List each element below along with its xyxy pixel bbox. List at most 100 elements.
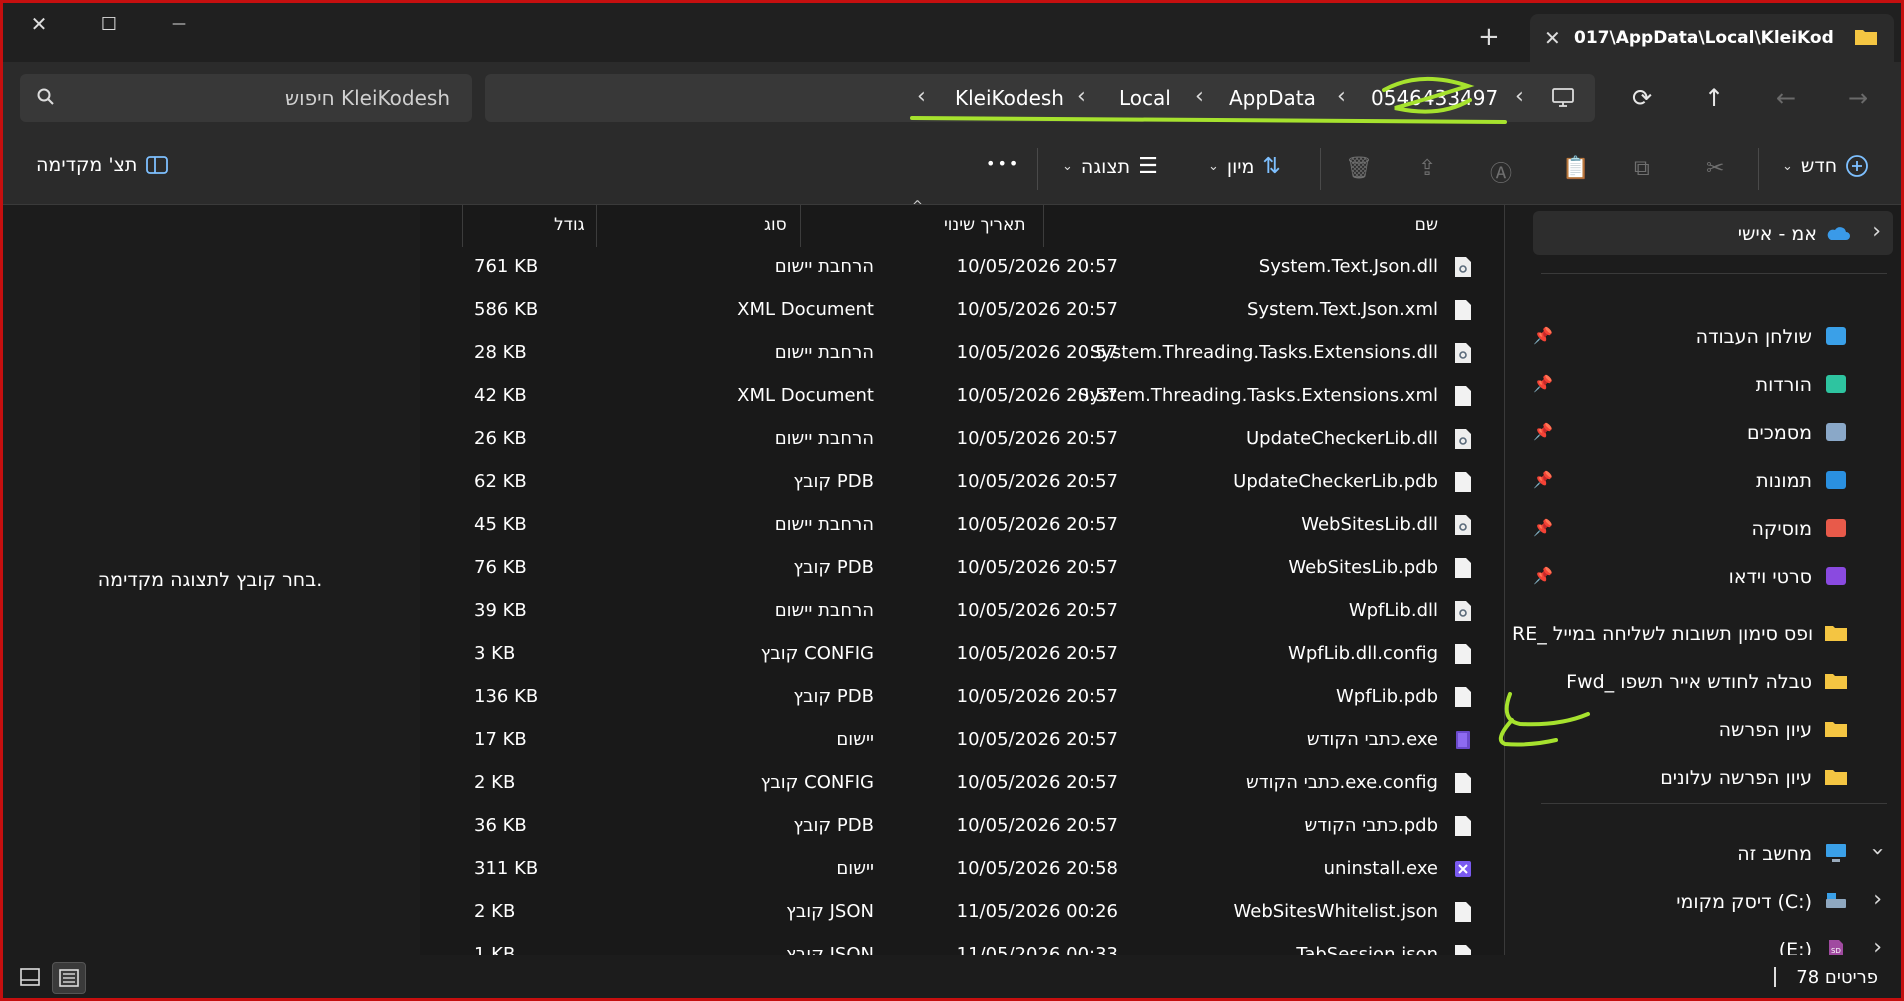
file-icon bbox=[1455, 773, 1471, 793]
pin-icon[interactable]: 📌 bbox=[1533, 374, 1553, 393]
address-bar[interactable]: ‹ KleiKodesh ‹ Local ‹ AppData ‹ 0546433… bbox=[485, 74, 1595, 122]
maximize-window-button[interactable]: ☐ bbox=[86, 8, 132, 40]
back-button[interactable]: ← bbox=[1768, 80, 1804, 116]
pictures-icon bbox=[1826, 471, 1846, 489]
nav-folder-item[interactable]: עיון הפרשה עלונים bbox=[1505, 757, 1904, 797]
file-row[interactable]: WpfLib.dll.config 10/05/2026 20:57 קובץ CO… bbox=[420, 635, 1504, 678]
paste-icon[interactable]: 📋 bbox=[1562, 156, 1589, 181]
nav-folder-item[interactable]: Fwd_ טבלה לחודש אייר תשפו bbox=[1505, 661, 1904, 701]
file-row[interactable]: System.Text.Json.dll 10/05/2026 20:57 הרחב… bbox=[420, 248, 1504, 291]
search-input[interactable]: חיפוש KleiKodesh bbox=[20, 74, 472, 122]
arrow-right-icon: → bbox=[1847, 84, 1869, 112]
minimize-window-button[interactable]: — bbox=[156, 8, 202, 40]
nav-quick-item[interactable]: 📌 מוסיקה bbox=[1505, 508, 1904, 548]
file-row[interactable]: WpfLib.pdb 10/05/2026 20:57 קובץ PDB 136 KB bbox=[420, 678, 1504, 721]
breadcrumb-kleikodesh[interactable]: KleiKodesh bbox=[955, 86, 1064, 110]
preview-pane-button[interactable]: תצ' מקדימה bbox=[36, 154, 169, 176]
nav-this-pc[interactable]: › מחשב זה bbox=[1505, 833, 1904, 873]
file-row[interactable]: WebSitesWhitelist.json 11/05/2026 00:26 קו… bbox=[420, 893, 1504, 936]
nav-folder-item[interactable]: עיון הפרשה bbox=[1505, 709, 1904, 749]
file-row[interactable]: UpdateCheckerLib.pdb 10/05/2026 20:57 קובץ… bbox=[420, 463, 1504, 506]
details-view-button[interactable] bbox=[14, 962, 46, 992]
breadcrumb-user[interactable]: 0546433497 bbox=[1371, 86, 1498, 110]
breadcrumb-chevron-icon[interactable]: ‹ bbox=[1515, 84, 1524, 109]
delete-icon[interactable]: 🗑 bbox=[1345, 156, 1373, 181]
file-name: UpdateCheckerLib.dll bbox=[1246, 428, 1438, 449]
copy-icon[interactable]: ⧉ bbox=[1634, 156, 1650, 181]
pin-icon[interactable]: 📌 bbox=[1533, 566, 1553, 585]
close-window-button[interactable]: ✕ bbox=[16, 8, 62, 40]
expand-chevron-icon[interactable]: › bbox=[1872, 219, 1881, 244]
expanded-chevron-icon[interactable]: › bbox=[1865, 847, 1890, 856]
nav-quick-item[interactable]: 📌 הורדות bbox=[1505, 364, 1904, 404]
nav-quick-item[interactable]: 📌 תמונות bbox=[1505, 460, 1904, 500]
search-placeholder: חיפוש KleiKodesh bbox=[285, 86, 450, 110]
nav-folder-label: עיון הפרשה עלונים bbox=[1660, 767, 1812, 789]
breadcrumb-appdata[interactable]: AppData bbox=[1229, 86, 1316, 110]
breadcrumb-chevron-icon[interactable]: ‹ bbox=[917, 84, 926, 109]
file-row[interactable]: System.Text.Json.xml 10/05/2026 20:57 XML … bbox=[420, 291, 1504, 334]
pin-icon[interactable]: 📌 bbox=[1533, 518, 1553, 537]
preview-pane-label: תצ' מקדימה bbox=[36, 154, 138, 176]
status-bar: 78 פריטים bbox=[0, 955, 1904, 1001]
file-row[interactable]: UpdateCheckerLib.dll 10/05/2026 20:57 הרחב… bbox=[420, 420, 1504, 463]
cut-icon[interactable]: ✂ bbox=[1706, 156, 1724, 181]
more-options-button[interactable]: ••• bbox=[986, 154, 1020, 173]
nav-drive-item[interactable]: › דיסק מקומי (C:) bbox=[1505, 881, 1904, 921]
folder-icon bbox=[1825, 770, 1847, 785]
file-row[interactable]: כתבי הקודש.exe 10/05/2026 20:57 יישום 17 KB bbox=[420, 721, 1504, 764]
nav-onedrive-personal[interactable]: אמ - אישי › bbox=[1533, 211, 1893, 255]
uninstall-icon bbox=[1455, 861, 1471, 877]
file-name: System.Threading.Tasks.Extensions.xml bbox=[1078, 385, 1438, 406]
this-pc-icon[interactable] bbox=[1551, 87, 1575, 109]
expand-chevron-icon[interactable]: › bbox=[1873, 887, 1882, 912]
nav-folder-item[interactable]: RE_ טופס סימון תשובות לשליחה במייל bbox=[1505, 613, 1904, 653]
file-row[interactable]: כתבי הקודש.pdb 10/05/2026 20:57 קובץ PDB 36… bbox=[420, 807, 1504, 850]
breadcrumb-local[interactable]: Local bbox=[1119, 86, 1171, 110]
share-icon[interactable]: ⇪ bbox=[1418, 156, 1436, 181]
pin-icon[interactable]: 📌 bbox=[1533, 422, 1553, 441]
file-row[interactable]: uninstall.exe 10/05/2026 20:58 יישום 311 KB bbox=[420, 850, 1504, 893]
nav-quick-label: סרטי וידאו bbox=[1728, 566, 1812, 588]
downloads-icon bbox=[1826, 375, 1846, 393]
nav-quick-item[interactable]: 📌 שולחן העבודה bbox=[1505, 316, 1904, 356]
tab-current[interactable]: ✕ 017\AppData\Local\KleiKodesh bbox=[1530, 14, 1894, 62]
column-header-date[interactable]: תאריך שינוי bbox=[944, 215, 1026, 235]
new-button[interactable]: ⌄ חדש bbox=[1782, 154, 1869, 178]
nav-quick-item[interactable]: 📌 מסמכים bbox=[1505, 412, 1904, 452]
nav-separator bbox=[1541, 803, 1887, 804]
forward-button[interactable]: → bbox=[1840, 80, 1876, 116]
file-icon bbox=[1455, 472, 1471, 492]
refresh-button[interactable]: ⟳ bbox=[1624, 80, 1660, 116]
file-row[interactable]: WebSitesLib.pdb 10/05/2026 20:57 קובץ PDB 7… bbox=[420, 549, 1504, 592]
breadcrumb-chevron-icon[interactable]: ‹ bbox=[1077, 84, 1086, 109]
pin-icon[interactable]: 📌 bbox=[1533, 470, 1553, 489]
view-button[interactable]: ⌄ תצוגה ☰ bbox=[1062, 154, 1158, 179]
file-row[interactable]: WpfLib.dll 10/05/2026 20:57 הרחבת יישום 39 … bbox=[420, 592, 1504, 635]
rename-icon[interactable]: Ⓐ bbox=[1490, 156, 1512, 188]
close-tab-icon[interactable]: ✕ bbox=[1544, 26, 1561, 50]
toolbar-divider bbox=[1037, 148, 1038, 190]
file-type: יישום bbox=[836, 858, 874, 879]
nav-quick-label: מסמכים bbox=[1746, 422, 1812, 444]
this-pc-icon bbox=[1826, 844, 1846, 862]
breadcrumb-chevron-icon[interactable]: ‹ bbox=[1195, 84, 1204, 109]
nav-folder-label: Fwd_ טבלה לחודש אייר תשפו bbox=[1566, 671, 1812, 693]
column-header-size[interactable]: גודל bbox=[554, 215, 585, 235]
sort-button[interactable]: ⌄ מיון ⇅ bbox=[1208, 154, 1281, 179]
nav-quick-item[interactable]: 📌 סרטי וידאו bbox=[1505, 556, 1904, 596]
breadcrumb-chevron-icon[interactable]: ‹ bbox=[1337, 84, 1346, 109]
list-view-button[interactable] bbox=[52, 962, 86, 994]
pin-icon[interactable]: 📌 bbox=[1533, 326, 1553, 345]
up-button[interactable]: ↑ bbox=[1696, 80, 1732, 116]
file-size: 28 KB bbox=[474, 342, 527, 363]
file-type: XML Document bbox=[737, 299, 874, 320]
file-row[interactable]: WebSitesLib.dll 10/05/2026 20:57 הרחבת ייש… bbox=[420, 506, 1504, 549]
file-row[interactable]: System.Threading.Tasks.Extensions.xml 10/… bbox=[420, 377, 1504, 420]
column-header-type[interactable]: סוג bbox=[764, 215, 787, 235]
nav-quick-label: שולחן העבודה bbox=[1695, 326, 1812, 348]
column-header-name[interactable]: שם bbox=[1415, 215, 1438, 235]
file-row[interactable]: System.Threading.Tasks.Extensions.dll 10/… bbox=[420, 334, 1504, 377]
new-tab-button[interactable]: + bbox=[1478, 22, 1500, 52]
file-row[interactable]: כתבי הקודש.exe.config 10/05/2026 20:57 קוב… bbox=[420, 764, 1504, 807]
